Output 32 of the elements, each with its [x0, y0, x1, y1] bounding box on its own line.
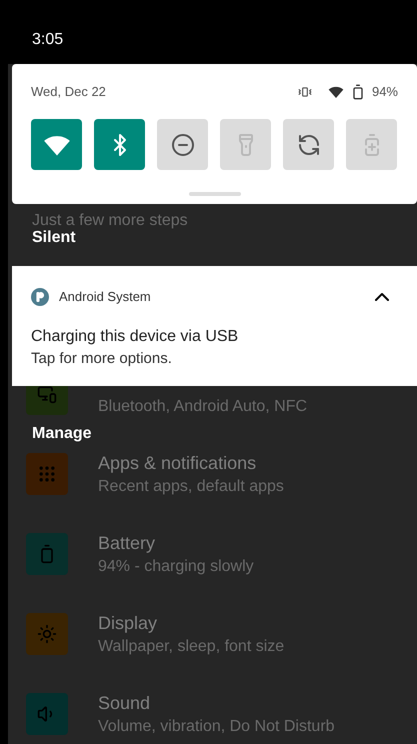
quick-tile[interactable] — [31, 119, 82, 170]
wifi-signal-icon — [328, 84, 344, 100]
setting-subtitle: 94% - charging slowly — [98, 557, 254, 577]
grid-icon — [37, 464, 57, 484]
rotate-icon — [296, 132, 320, 156]
do-not-disturb-icon — [170, 132, 194, 156]
quick-tile[interactable] — [94, 119, 145, 170]
setting-subtitle: Volume, vibration, Do Not Disturb — [98, 717, 335, 737]
setting-subtitle: Recent apps, default apps — [98, 477, 284, 497]
clock: 3:05 — [32, 31, 64, 48]
setting-title[interactable]: Battery — [98, 531, 254, 555]
quick-tile[interactable] — [157, 119, 208, 170]
setting-title[interactable]: Display — [98, 611, 284, 635]
setting-title[interactable]: Sound — [98, 691, 335, 715]
setting-subtitle: Wallpaper, sleep, font size — [98, 637, 284, 657]
notification-title: Charging this device via USB — [31, 327, 240, 347]
app-name: Android System — [59, 288, 151, 306]
setting-subtitle: Bluetooth, Android Auto, NFC — [98, 397, 308, 417]
section-header: Silent — [32, 228, 76, 248]
app-icon — [31, 288, 49, 306]
setting-title[interactable]: Apps & notifications — [98, 451, 284, 475]
quick-tile[interactable] — [283, 119, 334, 170]
setup-subtitle: Just a few more steps — [32, 211, 189, 230]
date: Wed, Dec 22 — [31, 83, 106, 102]
notification-text: Tap for more options. — [31, 349, 173, 369]
notification-card[interactable]: Android System Charging this device via USB Tap for more options. — [12, 266, 417, 386]
battery-percent: 94% — [372, 83, 398, 102]
devices-icon — [37, 384, 57, 404]
drag-handle[interactable] — [188, 192, 240, 196]
manage-link[interactable]: Manage — [32, 424, 92, 444]
brightness-icon — [37, 624, 57, 644]
vibrate-icon — [298, 85, 312, 99]
